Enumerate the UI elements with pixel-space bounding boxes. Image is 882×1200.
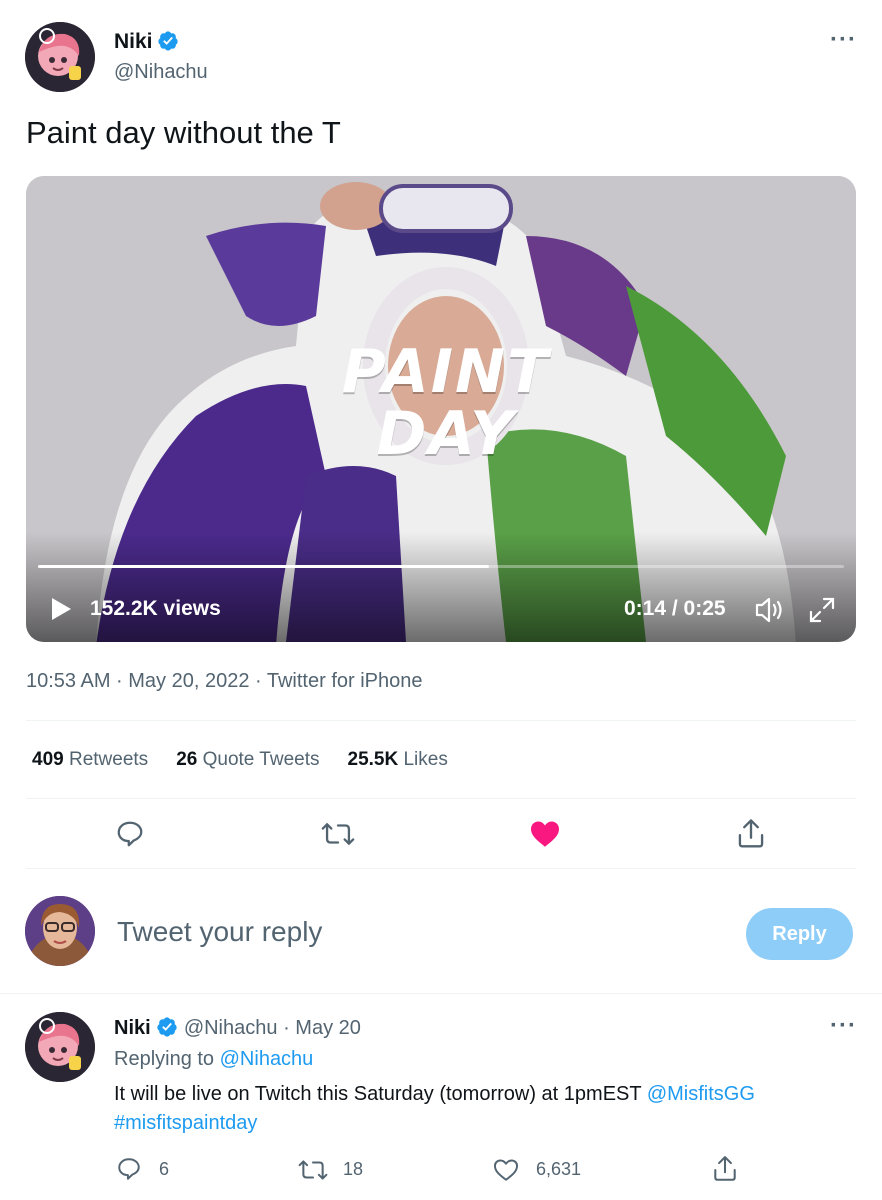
replying-to-line: Replying to @Nihachu	[114, 1048, 313, 1071]
tweet-timestamp[interactable]: 10:53 AM · May 20, 2022 · Twitter for iP…	[26, 670, 423, 693]
quotes-count: 26	[176, 749, 198, 770]
author-handle[interactable]: @Nihachu	[114, 61, 208, 84]
reply-author-name[interactable]: Niki	[114, 1017, 151, 1039]
like-count: 6,631	[536, 1159, 582, 1179]
volume-icon[interactable]	[754, 596, 786, 624]
reply-author-avatar[interactable]	[25, 1012, 95, 1082]
tweet-stats: 409 Retweets 26 Quote Tweets 25.5K Likes	[32, 749, 448, 771]
reply-text-block: It will be live on Twitch this Saturday …	[114, 1080, 854, 1138]
reply-header: Niki @Nihachu · May 20	[114, 1017, 361, 1039]
like-icon[interactable]	[529, 820, 561, 848]
replying-to-link[interactable]: @Nihachu	[220, 1048, 314, 1070]
more-icon[interactable]: ···	[830, 1012, 857, 1040]
reply-icon[interactable]	[115, 819, 145, 849]
divider	[26, 798, 856, 799]
video-progress-fill	[38, 565, 490, 568]
reply-text: It will be live on Twitch this Saturday …	[114, 1083, 642, 1105]
quotes-label: Quote Tweets	[202, 749, 320, 770]
author-avatar[interactable]	[25, 22, 95, 92]
hashtag-link[interactable]: #misfitspaintday	[114, 1112, 257, 1134]
like-icon[interactable]	[493, 1158, 519, 1182]
reply-icon[interactable]	[116, 1156, 142, 1182]
fullscreen-icon[interactable]	[808, 596, 836, 624]
retweets-label: Retweets	[68, 749, 149, 770]
replying-prefix: Replying to	[114, 1048, 215, 1070]
quotes-stat[interactable]: 26 Quote Tweets	[176, 749, 319, 771]
video-time: 0:14 / 0:25	[624, 597, 726, 620]
video-views: 152.2K views	[90, 597, 221, 620]
user-avatar[interactable]	[25, 896, 95, 966]
likes-label: Likes	[403, 749, 448, 770]
more-icon[interactable]: ···	[830, 26, 857, 54]
tweet-text: Paint day without the T	[26, 115, 341, 150]
share-icon[interactable]	[736, 818, 766, 850]
author-name-row: Niki	[114, 30, 179, 54]
retweets-stat[interactable]: 409 Retweets	[32, 749, 148, 771]
reply-input[interactable]: Tweet your reply	[117, 916, 322, 948]
reply-date[interactable]: May 20	[295, 1017, 361, 1039]
retweet-icon[interactable]	[321, 819, 355, 849]
video-overlay-logo: PAINT DAY	[341, 337, 551, 469]
video-progress-bar[interactable]	[38, 565, 844, 568]
retweets-count: 409	[32, 749, 64, 770]
mention-link[interactable]: @MisfitsGG	[647, 1083, 755, 1105]
verified-icon	[157, 1017, 177, 1037]
video-controls-shade	[26, 532, 856, 642]
author-name[interactable]: Niki	[114, 30, 153, 53]
likes-stat[interactable]: 25.5K Likes	[348, 749, 448, 771]
reply-button[interactable]: Reply	[746, 908, 853, 960]
divider	[0, 993, 882, 994]
retweet-icon[interactable]	[298, 1157, 328, 1183]
play-icon[interactable]	[50, 597, 72, 621]
verified-icon	[158, 31, 178, 51]
share-icon[interactable]	[712, 1155, 738, 1183]
likes-count: 25.5K	[347, 749, 399, 770]
divider	[26, 720, 856, 721]
reply-count: 6	[159, 1159, 170, 1179]
video-player[interactable]: PAINT DAY 152.2K views 0:14 / 0:25	[26, 176, 856, 642]
retweet-count: 18	[343, 1159, 364, 1179]
reply-author-handle[interactable]: @Nihachu	[184, 1017, 278, 1039]
divider	[26, 868, 856, 869]
